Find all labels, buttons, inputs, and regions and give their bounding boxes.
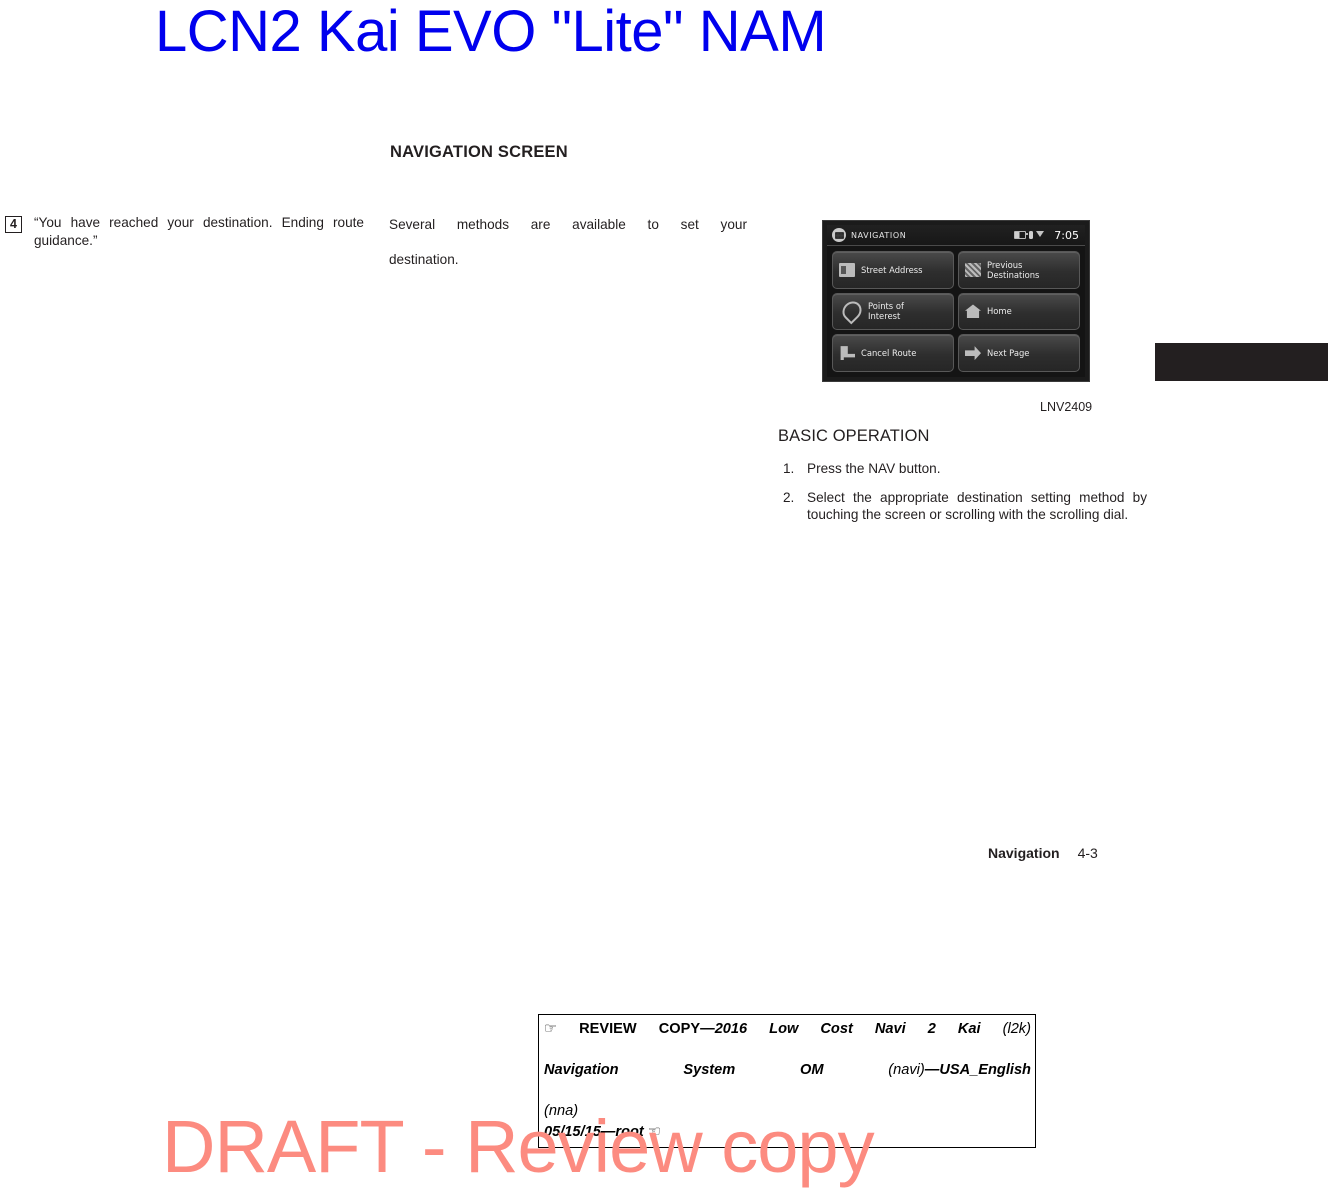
page-edge-tab-marker [1155,343,1328,381]
step-row: 4 “You have reached your destination. En… [5,214,368,249]
nav-button-street-address[interactable]: Street Address [832,251,954,289]
middle-paragraph-line-2: destination. [389,252,459,267]
list-item: 1. Press the NAV button. [783,460,1150,478]
cancel-route-icon [840,346,855,361]
nav-button-label: Points of Interest [868,301,904,322]
review-line2-e: —USA_English [924,1062,1031,1078]
review-line-2: Navigation System OM (navi)—USA_English [544,1060,1031,1101]
previous-destinations-icon [965,262,981,277]
document-header-title: LCN2 Kai EVO "Lite" NAM [155,0,827,64]
signal-icon [1036,231,1045,239]
nav-button-label: Cancel Route [861,348,917,359]
review-line2-b: System [683,1062,736,1078]
navigation-status-title: NAVIGATION [851,230,907,240]
battery-icon [1014,231,1029,239]
review-line-1: ☞ REVIEW COPY—2016 Low Cost Navi 2 Kai (… [544,1019,1031,1060]
list-item-text: Select the appropriate destination setti… [807,489,1147,523]
nav-button-cancel-route[interactable]: Cancel Route [832,334,954,372]
list-item-text: Press the NAV button. [807,461,941,476]
navigation-screen-photo: NAVIGATION 7:05 Street Address Previous … [822,220,1090,382]
sub-heading-basic-operation: BASIC OPERATION [778,427,930,445]
footer-section-label: Navigation [988,845,1060,861]
navigation-status-indicators: 7:05 [1014,229,1079,242]
navigation-button-grid: Street Address Previous Destinations Poi… [827,246,1085,377]
list-item: 2. Select the appropriate destination se… [783,489,1150,524]
hand-pointing-right-icon: ☞ [544,1021,558,1037]
home-icon [965,304,981,319]
phone-icon [1029,231,1034,239]
step-number-box: 4 [5,216,22,233]
footer-page-number: 4-3 [1077,845,1098,861]
photo-caption: LNV2409 [1040,400,1093,414]
draft-watermark: DRAFT - Review copy [162,1105,875,1188]
list-item-number: 2. [783,489,795,505]
next-page-icon [965,346,981,361]
basic-operation-steps: 1. Press the NAV button. 2. Select the a… [783,460,1150,535]
middle-paragraph-line-1: Several methods are available to set you… [389,217,747,232]
review-title: 2016 Low Cost Navi 2 Kai [714,1021,981,1037]
page-footer: Navigation 4-3 [988,845,1098,861]
nav-button-label: Street Address [861,264,923,275]
list-item-number: 1. [783,461,795,476]
review-line2-d: (navi) [888,1062,925,1078]
review-code: (l2k) [1002,1021,1031,1037]
nav-button-label: Home [987,306,1012,317]
section-heading: NAVIGATION SCREEN [390,143,568,161]
left-column: 4 “You have reached your destination. En… [5,214,368,249]
nav-button-home[interactable]: Home [958,292,1080,331]
nav-button-label: Next Page [987,348,1030,359]
step-text: “You have reached your destination. Endi… [34,215,364,248]
navigation-screen: NAVIGATION 7:05 Street Address Previous … [827,225,1085,377]
review-prefix: REVIEW COPY— [579,1021,715,1037]
review-line2-a: Navigation [544,1062,619,1078]
nav-button-label: Previous Destinations [987,259,1040,280]
points-of-interest-icon [838,298,866,325]
nav-button-points-of-interest[interactable]: Points of Interest [832,292,954,331]
navigation-status-bar: NAVIGATION 7:05 [827,225,1085,246]
review-line2-c: OM [800,1062,824,1078]
nav-button-next-page[interactable]: Next Page [958,334,1080,372]
navigation-logo-icon [832,228,846,242]
nav-button-previous-destinations[interactable]: Previous Destinations [958,251,1080,289]
middle-column: Several methods are available to set you… [389,216,747,269]
navigation-clock: 7:05 [1054,228,1079,242]
street-address-icon [839,262,855,277]
